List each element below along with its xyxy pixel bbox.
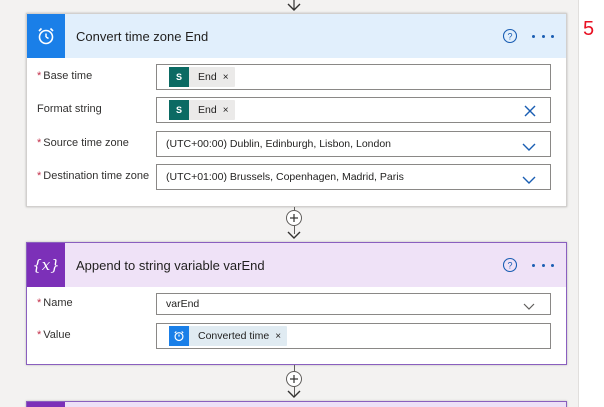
more-options-icon[interactable] [532, 27, 554, 45]
chevron-down-icon[interactable] [522, 299, 536, 317]
format-string-label: Format string [37, 103, 102, 115]
source-time-zone-label: * Source time zone [37, 137, 129, 149]
flow-designer-canvas: Convert time zone End ? * Base time S End… [0, 0, 604, 407]
help-circle-icon[interactable]: ? [502, 257, 518, 273]
alarm-clock-icon [27, 14, 65, 58]
name-row: * Name varEnd [27, 293, 566, 321]
destination-time-zone-label: * Destination time zone [37, 170, 150, 182]
convert-time-zone-card[interactable]: Convert time zone End ? * Base time S End… [26, 13, 567, 207]
side-panel [578, 0, 604, 407]
next-action-card[interactable] [26, 401, 567, 407]
dynamic-content-token[interactable]: S End × [169, 67, 235, 87]
insert-step-button[interactable] [286, 210, 302, 226]
format-string-input[interactable]: S End × [156, 97, 551, 123]
remove-token-icon[interactable]: × [223, 105, 229, 116]
chevron-down-icon[interactable] [522, 172, 536, 190]
clear-icon[interactable] [524, 104, 536, 122]
destination-time-zone-row: * Destination time zone (UTC+01:00) Bruss… [27, 164, 566, 192]
append-to-string-variable-card[interactable]: {x} Append to string variable varEnd ? *… [26, 242, 567, 365]
help-circle-icon[interactable]: ? [502, 28, 518, 44]
value-label: * Value [37, 329, 71, 341]
remove-token-icon[interactable]: × [275, 331, 281, 342]
card-title: Append to string variable varEnd [76, 257, 265, 273]
card-header[interactable]: Convert time zone End ? [27, 14, 566, 58]
sharepoint-icon: S [169, 100, 189, 120]
more-options-icon[interactable] [532, 256, 554, 274]
sharepoint-icon: S [169, 67, 189, 87]
name-dropdown[interactable]: varEnd [156, 293, 551, 315]
dynamic-content-token[interactable]: S End × [169, 100, 235, 120]
base-time-label: * Base time [37, 70, 93, 82]
step-number-annotation: 5 [583, 18, 595, 40]
format-string-row: Format string S End × [27, 97, 566, 125]
svg-text:?: ? [507, 32, 512, 42]
base-time-row: * Base time S End × [27, 64, 566, 92]
remove-token-icon[interactable]: × [223, 72, 229, 83]
card-header[interactable]: {x} Append to string variable varEnd ? [27, 243, 566, 287]
source-time-zone-row: * Source time zone (UTC+00:00) Dublin, Ed… [27, 131, 566, 159]
value-input[interactable]: Converted time × [156, 323, 551, 349]
svg-text:?: ? [507, 261, 512, 271]
destination-time-zone-dropdown[interactable]: (UTC+01:00) Brussels, Copenhagen, Madrid… [156, 164, 551, 190]
variable-icon: {x} [27, 243, 65, 287]
insert-step-button[interactable] [286, 371, 302, 387]
chevron-down-icon[interactable] [522, 139, 536, 157]
dynamic-content-token[interactable]: Converted time × [169, 326, 288, 346]
card-title: Convert time zone End [76, 28, 209, 44]
name-label: * Name [37, 297, 73, 309]
alarm-clock-icon [169, 326, 189, 346]
value-row: * Value Converted time × [27, 323, 566, 351]
base-time-input[interactable]: S End × [156, 64, 551, 90]
source-time-zone-dropdown[interactable]: (UTC+00:00) Dublin, Edinburgh, Lisbon, L… [156, 131, 551, 157]
variable-icon [27, 402, 65, 407]
